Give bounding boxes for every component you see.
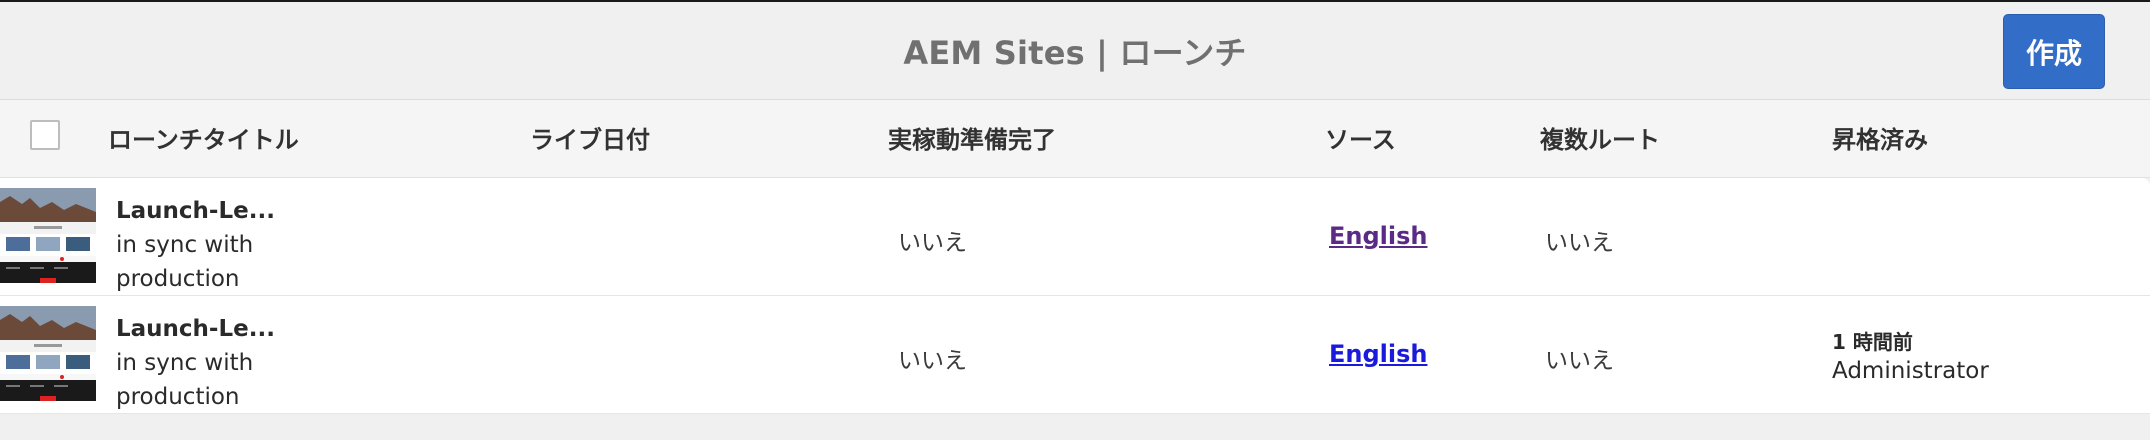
column-header-live-date[interactable]: ライブ日付 [530,120,650,155]
create-button[interactable]: 作成 [2003,14,2105,89]
source-link[interactable]: English [1329,222,1427,250]
multiple-roots-value: いいえ [1545,230,1614,256]
launch-description: in sync with production [116,232,254,292]
launch-thumbnail [0,188,96,283]
promoted-by: Administrator [1832,358,1989,384]
column-header-row: ローンチタイトル ライブ日付 実稼動準備完了 ソース 複数ルート 昇格済み [0,100,2150,178]
launch-name: Launch-Le... [116,198,275,224]
select-all-checkbox[interactable] [30,120,60,150]
promoted-time: 1 時間前 [1832,330,1913,354]
page-header: AEM Sites | ローンチ 作成 [0,2,2150,100]
multiple-roots-value: いいえ [1545,348,1614,374]
column-header-production-ready[interactable]: 実稼動準備完了 [888,120,1056,155]
column-header-multiple-roots[interactable]: 複数ルート [1540,120,1660,155]
production-ready-value: いいえ [898,230,967,256]
launch-title-cell[interactable]: Launch-Le... in sync with production [116,312,346,414]
column-header-promoted[interactable]: 昇格済み [1832,120,1928,155]
table-row[interactable]: Launch-Le... in sync with production いいえ… [0,296,2150,414]
launch-thumbnail [0,306,96,401]
launch-name: Launch-Le... [116,316,275,342]
page-title: AEM Sites | ローンチ [903,34,1247,72]
table-row[interactable]: Launch-Le... in sync with production いいえ… [0,178,2150,296]
launches-page: AEM Sites | ローンチ 作成 ローンチタイトル ライブ日付 実稼動準備… [0,0,2150,440]
column-header-source[interactable]: ソース [1325,120,1396,155]
launch-description: in sync with production [116,350,254,410]
launch-title-cell[interactable]: Launch-Le... in sync with production [116,194,346,296]
production-ready-value: いいえ [898,348,967,374]
column-header-title[interactable]: ローンチタイトル [108,120,299,155]
source-link[interactable]: English [1329,340,1427,368]
